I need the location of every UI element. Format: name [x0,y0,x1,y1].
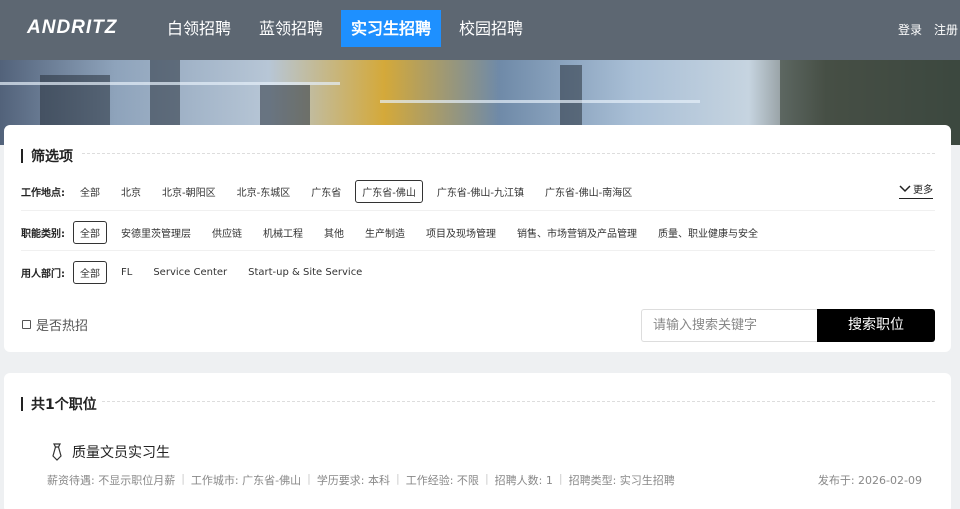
job-meta: 薪资待遇: 不显示职位月薪 | 工作城市: 广东省-佛山 | 学历要求: 本科 … [47,472,675,488]
search-input[interactable]: 请输入搜索关键字 [641,309,818,342]
category-option-selected[interactable]: 全部 [73,221,107,244]
more-locations-button[interactable]: 更多 [899,181,933,199]
category-option[interactable]: 销售、市场营销及产品管理 [510,221,644,244]
results-count: 共1个职位 [31,397,97,413]
category-label: 职能类别: [21,229,65,240]
banner-pipe [380,100,700,103]
location-option-selected[interactable]: 广东省-佛山 [355,180,423,203]
category-option[interactable]: 项目及现场管理 [419,221,503,244]
heading-bar [21,397,23,411]
location-label: 工作地点: [21,188,65,199]
row-divider [21,210,935,211]
job-title-link[interactable]: 质量文员实习生 [50,442,170,462]
search-button[interactable]: 搜索职位 [817,309,935,342]
chevron-down-icon [899,184,911,192]
filter-panel: 筛选项 工作地点: 全部 北京 北京-朝阳区 北京-东城区 广东省 广东省-佛山… [4,125,951,352]
location-option[interactable]: 广东省-佛山-南海区 [538,180,639,203]
results-heading: 共1个职位 [21,394,97,414]
banner-pipe [0,82,340,85]
location-option[interactable]: 全部 [73,180,107,203]
nav-intern[interactable]: 实习生招聘 [341,10,442,47]
tie-icon [52,443,62,461]
heading-divider [82,153,935,154]
category-filter-row: 职能类别: 全部 安德里茨管理层 供应链 机械工程 其他 生产制造 项目及现场管… [21,221,772,244]
more-label: 更多 [913,185,933,196]
department-filter-row: 用人部门: 全部 FL Service Center Start-up & Si… [21,261,376,284]
login-link[interactable]: 登录 [898,21,922,38]
heading-bar [21,149,23,163]
category-option[interactable]: 其他 [317,221,351,244]
location-filter-row: 工作地点: 全部 北京 北京-朝阳区 北京-东城区 广东省 广东省-佛山 广东省… [21,180,646,203]
category-option[interactable]: 安德里茨管理层 [114,221,198,244]
filter-heading: 筛选项 [21,146,73,166]
meta-separator: | [396,472,400,485]
job-publish-date: 发布于: 2026-02-09 [817,474,922,487]
meta-separator: | [181,472,185,485]
job-type: 招聘类型: 实习生招聘 [568,474,675,487]
department-option[interactable]: FL [114,263,139,282]
category-option[interactable]: 质量、职业健康与安全 [651,221,765,244]
top-header: ANDRITZ 白领招聘 蓝领招聘 实习生招聘 校园招聘 登录 注册 [0,0,960,60]
heading-divider [102,401,935,402]
filter-title: 筛选项 [31,149,73,165]
meta-separator: | [307,472,311,485]
main-nav: 白领招聘 蓝领招聘 实习生招聘 校园招聘 [157,10,541,47]
job-title: 质量文员实习生 [72,445,170,461]
hot-jobs-label: 是否热招 [36,319,89,334]
nav-blue-collar[interactable]: 蓝领招聘 [249,10,333,47]
auth-links: 登录 注册 [886,21,958,38]
job-headcount: 招聘人数: 1 [494,474,553,487]
meta-separator: | [484,472,489,485]
location-option[interactable]: 北京 [114,180,148,203]
location-option[interactable]: 广东省-佛山-九江镇 [430,180,531,203]
category-option[interactable]: 机械工程 [256,221,310,244]
category-option[interactable]: 生产制造 [358,221,412,244]
department-option-selected[interactable]: 全部 [73,261,107,284]
location-option[interactable]: 北京-东城区 [230,180,298,203]
row-divider [21,250,935,251]
checkbox-box[interactable] [22,320,31,329]
location-option[interactable]: 北京-朝阳区 [155,180,223,203]
job-salary: 薪资待遇: 不显示职位月薪 [47,474,176,487]
andritz-logo[interactable]: ANDRITZ [27,17,117,39]
category-option[interactable]: 供应链 [205,221,249,244]
register-link[interactable]: 注册 [934,21,958,38]
nav-campus[interactable]: 校园招聘 [449,10,533,47]
meta-separator: | [558,472,563,485]
nav-white-collar[interactable]: 白领招聘 [157,10,241,47]
job-city: 工作城市: 广东省-佛山 [190,474,302,487]
job-education: 学历要求: 本科 [316,474,391,487]
location-option[interactable]: 广东省 [304,180,348,203]
department-option[interactable]: Start-up & Site Service [241,263,369,282]
job-experience: 工作经验: 不限 [405,474,479,487]
department-option[interactable]: Service Center [146,263,234,282]
hot-jobs-checkbox[interactable]: 是否热招 [22,315,88,334]
results-panel: 共1个职位 质量文员实习生 薪资待遇: 不显示职位月薪 | 工作城市: 广东省-… [4,373,951,509]
department-label: 用人部门: [21,269,65,280]
